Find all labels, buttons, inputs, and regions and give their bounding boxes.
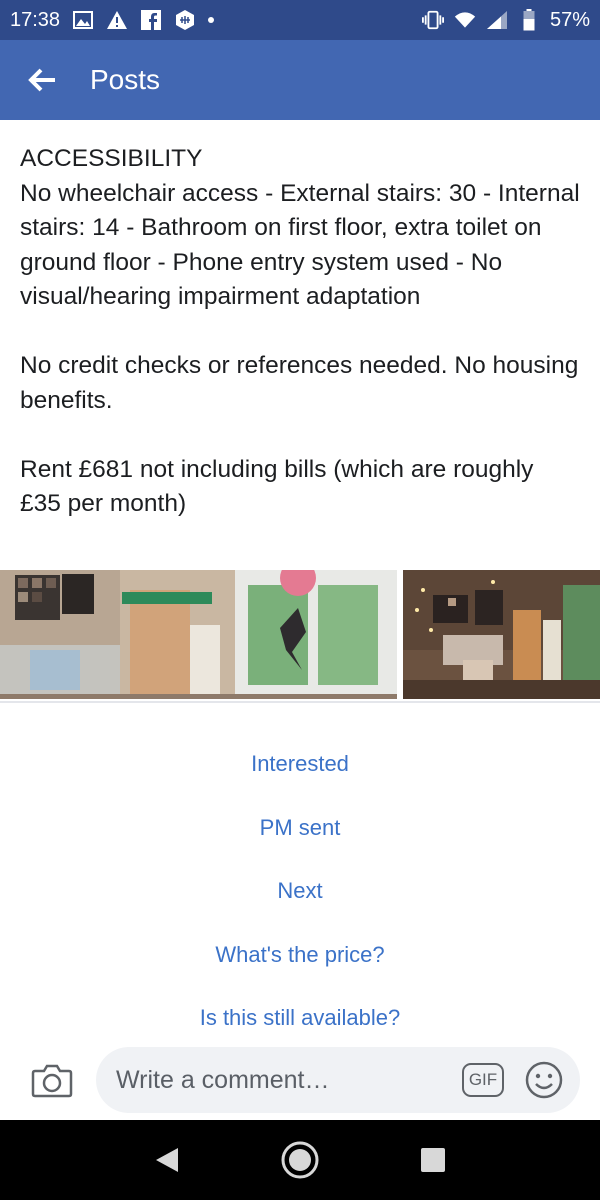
- system-nav-bar: [0, 1120, 600, 1200]
- camera-button[interactable]: [22, 1050, 82, 1110]
- comment-composer: Write a comment… GIF: [0, 1040, 600, 1120]
- home-circle-icon: [281, 1141, 319, 1179]
- status-right: 57%: [421, 8, 590, 32]
- page-title: Posts: [90, 64, 161, 95]
- shield-icon: [174, 9, 196, 31]
- camera-icon: [31, 1064, 73, 1098]
- arrow-left-icon: [28, 68, 55, 92]
- battery-percent: 57%: [549, 8, 590, 31]
- nav-back-button[interactable]: [145, 1138, 189, 1182]
- quick-replies: Interested PM sent Next What's the price…: [0, 732, 600, 1050]
- back-button[interactable]: [0, 40, 60, 120]
- reply-whats-the-price[interactable]: What's the price?: [0, 923, 600, 987]
- wifi-icon: [454, 9, 476, 31]
- photo-divider: [0, 701, 600, 703]
- post-paragraph-requirements: No credit checks or references needed. N…: [20, 352, 579, 414]
- post-paragraph-accessibility: ACCESSIBILITY No wheelchair access - Ext…: [20, 145, 580, 310]
- post-paragraph-rent: Rent £681 not including bills (which are…: [20, 455, 534, 518]
- reply-interested[interactable]: Interested: [0, 732, 600, 796]
- comment-placeholder: Write a comment…: [116, 1065, 330, 1094]
- notification-dot-icon: [208, 17, 215, 23]
- comment-input[interactable]: Write a comment… GIF: [96, 1047, 580, 1113]
- emoji-icon[interactable]: [524, 1060, 564, 1100]
- image-icon: [72, 9, 94, 31]
- vibrate-icon: [421, 9, 444, 31]
- nav-recents-button[interactable]: [411, 1138, 455, 1182]
- warning-icon: [106, 9, 128, 31]
- square-recents-icon: [421, 1148, 446, 1172]
- app-bar: Posts: [0, 40, 600, 120]
- room-photo-2[interactable]: [403, 570, 600, 699]
- post-body: ACCESSIBILITY No wheelchair access - Ext…: [20, 142, 580, 522]
- status-time: 17:38: [10, 8, 61, 31]
- battery-icon: [518, 9, 540, 31]
- nav-home-button[interactable]: [278, 1138, 322, 1182]
- reply-pm-sent[interactable]: PM sent: [0, 796, 600, 860]
- gif-button[interactable]: GIF: [462, 1063, 504, 1097]
- triangle-back-icon: [155, 1148, 178, 1172]
- signal-icon: [486, 9, 508, 31]
- reply-next[interactable]: Next: [0, 859, 600, 923]
- facebook-icon: [140, 9, 162, 31]
- room-photo-1[interactable]: [0, 570, 397, 699]
- status-bar: 17:38 57%: [0, 0, 600, 40]
- photo-strip: [0, 570, 600, 699]
- status-left: 17:38: [10, 8, 215, 32]
